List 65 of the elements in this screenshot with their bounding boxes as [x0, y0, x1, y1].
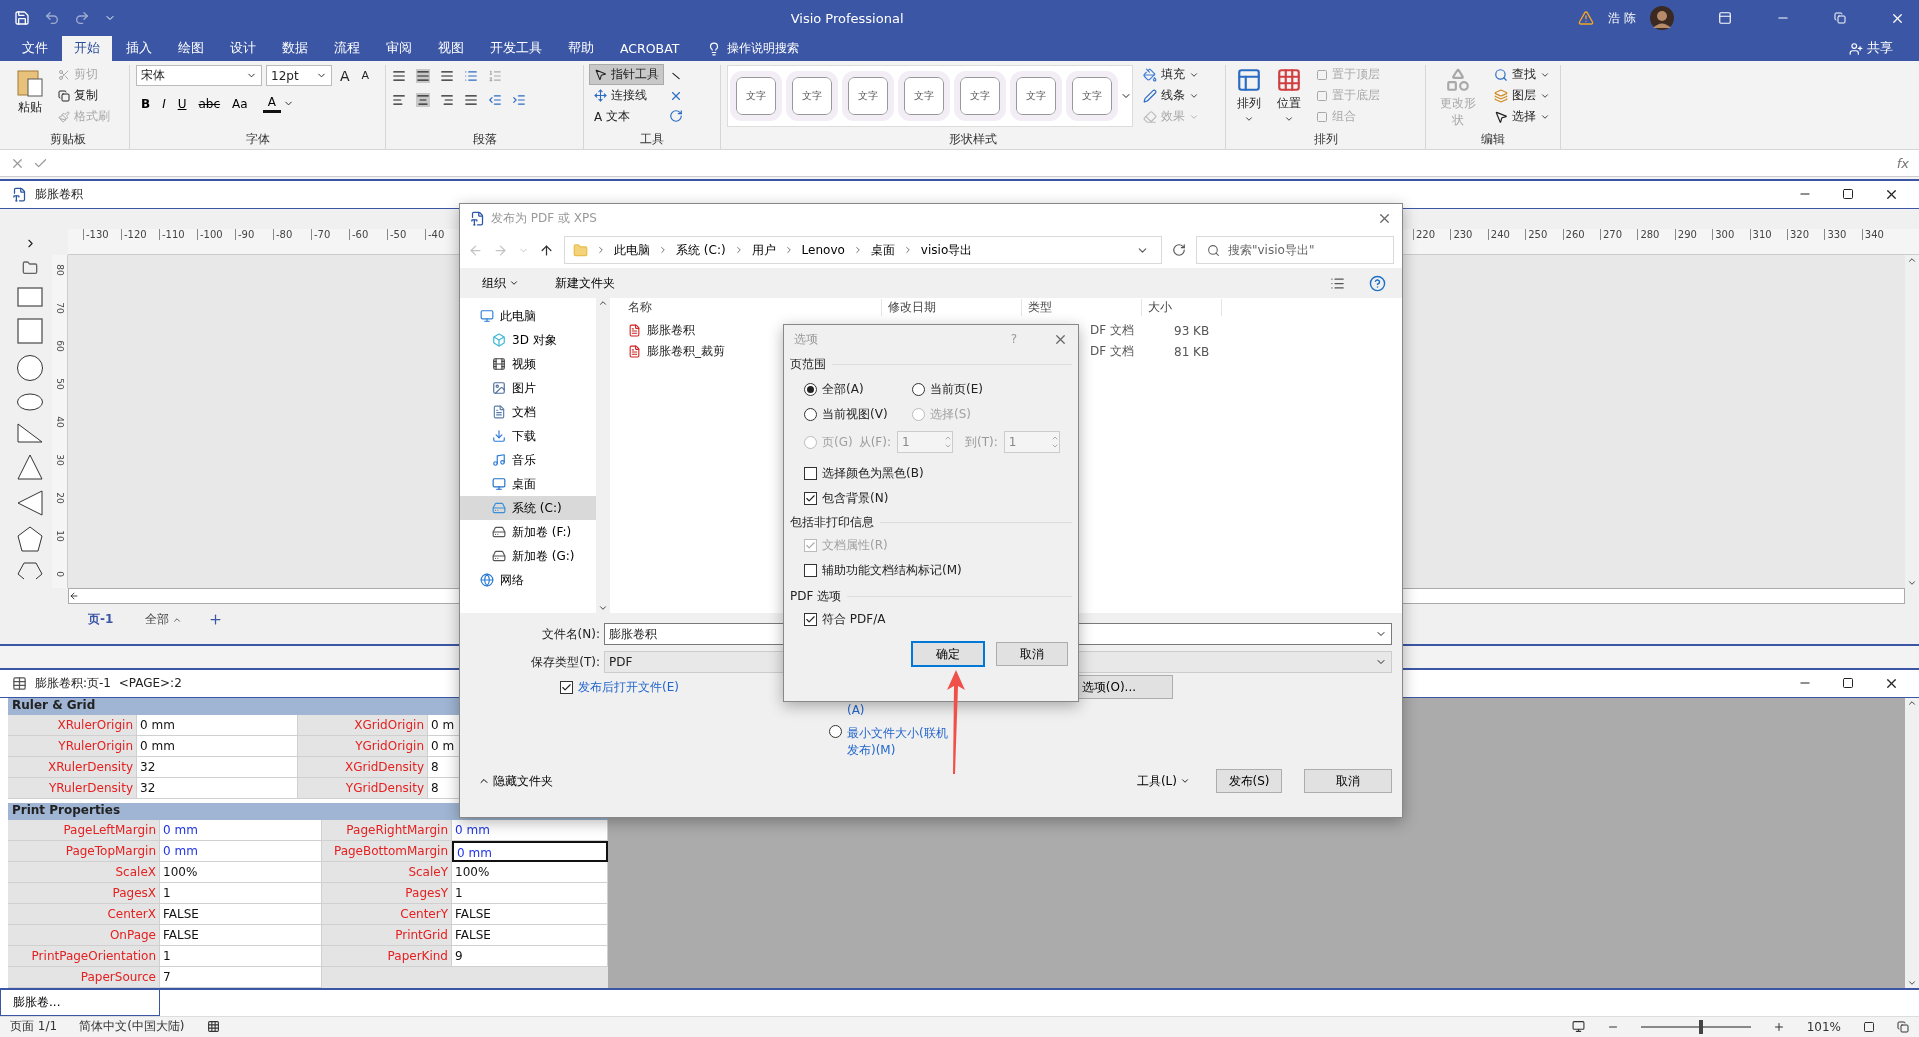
cell-name: PrintPageOrientation: [8, 946, 160, 967]
cell-name: PageLeftMargin: [8, 820, 160, 841]
cell-name: PrintGrid: [322, 925, 452, 946]
radio-label: 当前视图(V): [822, 406, 888, 423]
group-label: 工具: [639, 131, 665, 149]
checkbox-label: 符合 PDF/A: [822, 611, 886, 628]
group-label: 编辑: [1480, 131, 1506, 149]
cell-name: XGridOrigin: [298, 715, 428, 736]
cell-name: PageRightMargin: [322, 820, 452, 841]
status-item: 页面 1/1: [10, 1018, 58, 1036]
cell-name: YGridOrigin: [298, 736, 428, 757]
cell-name: YGridDensity: [298, 778, 428, 799]
cell-name: PagesY: [322, 883, 452, 904]
cell-name: PageBottomMargin: [322, 841, 452, 862]
dialog-title: 选项: [794, 330, 818, 348]
cell-name: XRulerOrigin: [8, 715, 137, 736]
group-label: 排列: [1312, 131, 1339, 149]
dialog-title: 发布为 PDF 或 XPS: [491, 209, 597, 227]
section-title: PDF 选项: [790, 587, 842, 605]
field-label: 到(T):: [965, 433, 998, 451]
cell-name: OnPage: [8, 925, 160, 946]
file-size: 93 KB: [1173, 323, 1211, 338]
cell-name: XRulerDensity: [8, 757, 137, 778]
checkbox-label: 发布后打开文件(E): [578, 679, 679, 696]
cell-name: PageTopMargin: [8, 841, 160, 862]
cell-name: PagesX: [8, 883, 160, 904]
zoom-level: 101%: [1806, 1020, 1841, 1034]
option-label: 最小文件大小(联机发布)(M): [846, 725, 949, 759]
checkbox-label: 包含背景(N): [822, 490, 889, 507]
field-label: 保存类型(T):: [530, 653, 600, 671]
group-label: 形状样式: [948, 131, 998, 149]
field-label: 从(F):: [858, 433, 891, 451]
radio-label: 选择(S): [930, 406, 971, 423]
checkbox-label: 辅助功能文档结构标记(M): [822, 562, 962, 579]
cell-name: PaperSource: [8, 967, 160, 988]
status-item: 简体中文(中国大陆): [79, 1018, 185, 1036]
cell-name: YRulerOrigin: [8, 736, 137, 757]
file-type: DF 文档: [1089, 322, 1135, 339]
cell-name: CenterX: [8, 904, 160, 925]
cell-name: YRulerDensity: [8, 778, 137, 799]
field-label: 文件名(N):: [540, 625, 600, 643]
vertical-ruler: 80 70 60 50 40 30 20 10 0: [52, 254, 68, 588]
file-type: DF 文档: [1089, 343, 1135, 360]
group-label: 段落: [471, 131, 498, 149]
cell-name: ScaleY: [322, 862, 452, 883]
group-label: 剪贴板: [48, 131, 87, 149]
radio-label: 全部(A): [822, 381, 864, 398]
cell-name: PaperKind: [322, 946, 452, 967]
group-label: 字体: [244, 131, 271, 149]
window-title: 膨胀卷积: [35, 185, 83, 203]
radio-label: 当前页(E): [930, 381, 983, 398]
cell-name: ScaleX: [8, 862, 160, 883]
checkbox-label: 选择颜色为黑色(B): [822, 465, 924, 482]
cell-name: XGridDensity: [298, 757, 428, 778]
section-title: 页范围: [790, 355, 826, 373]
file-size: 81 KB: [1173, 344, 1211, 359]
cell-name: CenterY: [322, 904, 452, 925]
section-title: 包括非打印信息: [790, 513, 874, 531]
option-label: (A): [845, 703, 866, 717]
window-title: Visio Professional: [789, 10, 905, 26]
checkbox-label: 文档属性(R): [822, 537, 888, 554]
text-tool-glyph: A: [594, 109, 603, 124]
radio-label: 页(G): [822, 433, 853, 451]
window-title: 膨胀卷积:页-1 <PAGE>:2: [35, 675, 182, 692]
function-label: fx: [1896, 155, 1909, 171]
